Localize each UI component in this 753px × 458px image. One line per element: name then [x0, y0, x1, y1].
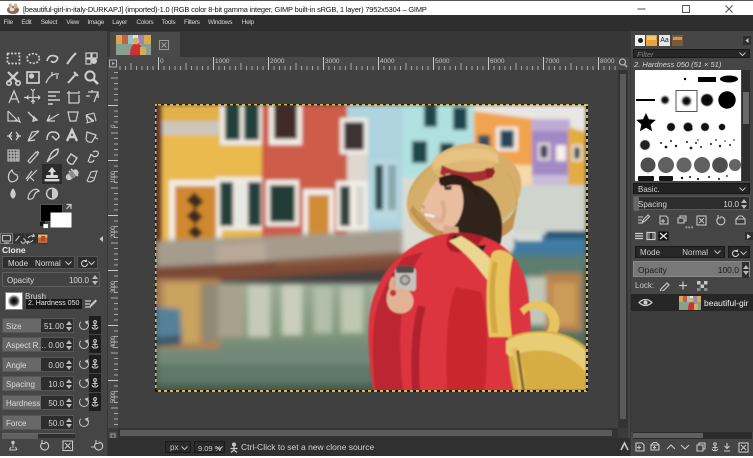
svg-text:4000: 4000 — [111, 335, 117, 348]
svg-text:3000: 3000 — [325, 58, 340, 65]
svg-text:6000: 6000 — [490, 58, 505, 65]
svg-text:0: 0 — [160, 58, 164, 65]
svg-text:3000: 3000 — [111, 280, 117, 293]
svg-text:5000: 5000 — [435, 58, 450, 65]
svg-text:2000: 2000 — [111, 225, 117, 238]
svg-text:7000: 7000 — [545, 58, 560, 65]
svg-text:4000: 4000 — [380, 58, 395, 65]
svg-text:2000: 2000 — [270, 58, 285, 65]
svg-text:5000: 5000 — [111, 390, 117, 403]
svg-text:1000: 1000 — [111, 170, 117, 183]
svg-text:0: 0 — [111, 124, 117, 128]
svg-text:1000: 1000 — [215, 58, 230, 65]
svg-text:8000: 8000 — [600, 58, 615, 65]
